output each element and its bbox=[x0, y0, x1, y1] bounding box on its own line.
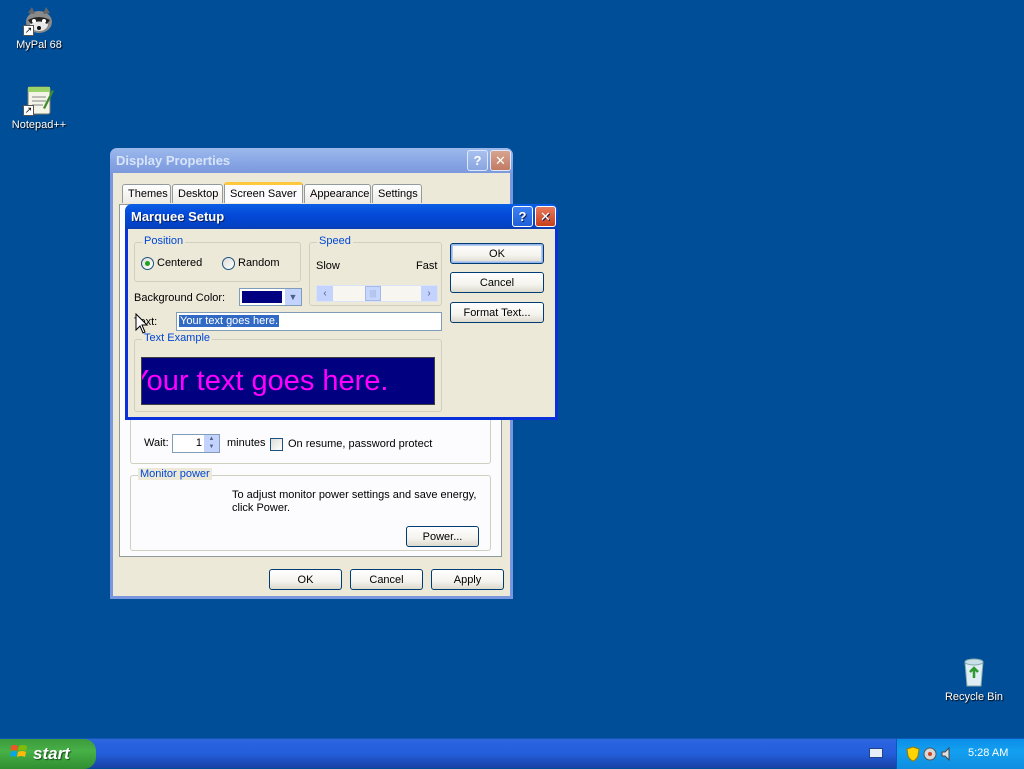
volume-icon[interactable] bbox=[940, 746, 954, 765]
shortcut-arrow-icon: ↗ bbox=[23, 105, 34, 116]
security-shield-icon[interactable] bbox=[906, 746, 920, 765]
network-icon[interactable] bbox=[923, 746, 937, 765]
clock[interactable]: 5:28 AM bbox=[968, 747, 1008, 759]
chevron-down-icon[interactable]: ▼ bbox=[285, 289, 301, 305]
speed-thumb[interactable]: ||| bbox=[365, 286, 381, 301]
close-button[interactable]: ✕ bbox=[490, 150, 511, 171]
desktop-icon-label: Notepad++ bbox=[11, 119, 67, 131]
help-button[interactable]: ? bbox=[512, 206, 533, 227]
desktop-icon-label: Recycle Bin bbox=[944, 691, 1004, 703]
marquee-text-input[interactable]: Your text goes here. bbox=[176, 312, 442, 331]
ok-button[interactable]: OK bbox=[269, 569, 342, 590]
tab-screen-saver[interactable]: Screen Saver bbox=[224, 182, 303, 203]
password-protect-label: On resume, password protect bbox=[288, 438, 433, 450]
speed-groupbox: Speed Slow Fast ‹ ||| › bbox=[309, 235, 442, 306]
desktop-icon-label: MyPal 68 bbox=[16, 39, 62, 51]
background-color-swatch bbox=[242, 291, 282, 303]
minutes-label: minutes bbox=[227, 437, 266, 449]
cancel-button[interactable]: Cancel bbox=[450, 272, 544, 293]
desktop-icon-mypal[interactable]: ↗ MyPal 68 bbox=[1, 4, 77, 51]
radio-centered-label: Centered bbox=[157, 257, 203, 269]
format-text-button[interactable]: Format Text... bbox=[450, 302, 544, 323]
desktop-icon-recycle-bin[interactable]: Recycle Bin bbox=[936, 656, 1012, 703]
system-tray: 5:28 AM bbox=[896, 739, 1024, 769]
speed-scrollbar[interactable]: ‹ ||| › bbox=[316, 285, 438, 302]
text-example-preview: Your text goes here. bbox=[141, 357, 435, 405]
radio-random-label: Random bbox=[238, 257, 280, 269]
raccoon-icon: ↗ bbox=[23, 4, 55, 36]
window-title: Display Properties bbox=[116, 153, 231, 168]
display-properties-titlebar[interactable]: Display Properties ? ✕ bbox=[110, 148, 513, 173]
tab-desktop[interactable]: Desktop bbox=[172, 184, 223, 203]
speed-fast-label: Fast bbox=[416, 260, 438, 272]
background-color-picker[interactable]: ▼ bbox=[239, 288, 302, 306]
monitor-power-groupbox: Monitor power To adjust monitor power se… bbox=[130, 468, 491, 551]
scroll-right-icon[interactable]: › bbox=[421, 286, 437, 301]
text-example-groupbox: Text Example Your text goes here. bbox=[134, 332, 442, 412]
window-title: Marquee Setup bbox=[131, 209, 225, 224]
speed-slow-label: Slow bbox=[316, 260, 340, 272]
start-button[interactable]: start bbox=[0, 739, 96, 769]
wait-spinner[interactable]: 1 ▲ ▼ bbox=[172, 434, 220, 453]
background-color-label: Background Color: bbox=[134, 292, 226, 304]
desktop-icon-notepadpp[interactable]: ↗ Notepad++ bbox=[1, 84, 77, 131]
tab-themes[interactable]: Themes bbox=[122, 184, 171, 203]
tab-strip: Themes Desktop Screen Saver Appearance S… bbox=[122, 182, 502, 205]
help-button[interactable]: ? bbox=[467, 150, 488, 171]
close-button[interactable]: ✕ bbox=[535, 206, 556, 227]
tab-settings[interactable]: Settings bbox=[372, 184, 422, 203]
mouse-cursor-icon bbox=[135, 312, 149, 338]
recycle-bin-icon bbox=[958, 656, 990, 688]
taskbar: start 5:28 AM bbox=[0, 738, 1024, 769]
scroll-left-icon[interactable]: ‹ bbox=[317, 286, 333, 301]
radio-centered[interactable] bbox=[141, 257, 154, 270]
cancel-button[interactable]: Cancel bbox=[350, 569, 423, 590]
marquee-setup-window: Marquee Setup ? ✕ Position Centered Rand… bbox=[125, 204, 558, 420]
monitor-power-text: To adjust monitor power settings and sav… bbox=[232, 489, 477, 514]
password-protect-checkbox[interactable] bbox=[270, 438, 283, 451]
tab-appearance[interactable]: Appearance bbox=[304, 184, 371, 203]
monitor-power-legend: Monitor power bbox=[138, 468, 212, 480]
windows-logo-icon bbox=[10, 744, 28, 765]
power-button[interactable]: Power... bbox=[406, 526, 479, 547]
ok-button[interactable]: OK bbox=[450, 243, 544, 264]
marquee-setup-titlebar[interactable]: Marquee Setup ? ✕ bbox=[125, 204, 558, 229]
start-label: start bbox=[33, 744, 70, 763]
position-groupbox: Position Centered Random bbox=[134, 235, 301, 282]
position-legend: Position bbox=[142, 235, 186, 247]
shortcut-arrow-icon: ↗ bbox=[23, 25, 34, 36]
marquee-text-value: Your text goes here. bbox=[179, 315, 280, 327]
radio-random[interactable] bbox=[222, 257, 235, 270]
text-example-legend: Text Example bbox=[142, 332, 213, 344]
spinner-arrows-icon[interactable]: ▲ ▼ bbox=[204, 435, 219, 452]
wait-label: Wait: bbox=[144, 437, 169, 449]
keyboard-icon[interactable] bbox=[869, 748, 883, 758]
apply-button[interactable]: Apply bbox=[431, 569, 504, 590]
notepadpp-icon: ↗ bbox=[23, 84, 55, 116]
text-example-preview-text: Your text goes here. bbox=[141, 365, 389, 397]
speed-legend: Speed bbox=[317, 235, 353, 247]
wait-value: 1 bbox=[195, 437, 202, 449]
